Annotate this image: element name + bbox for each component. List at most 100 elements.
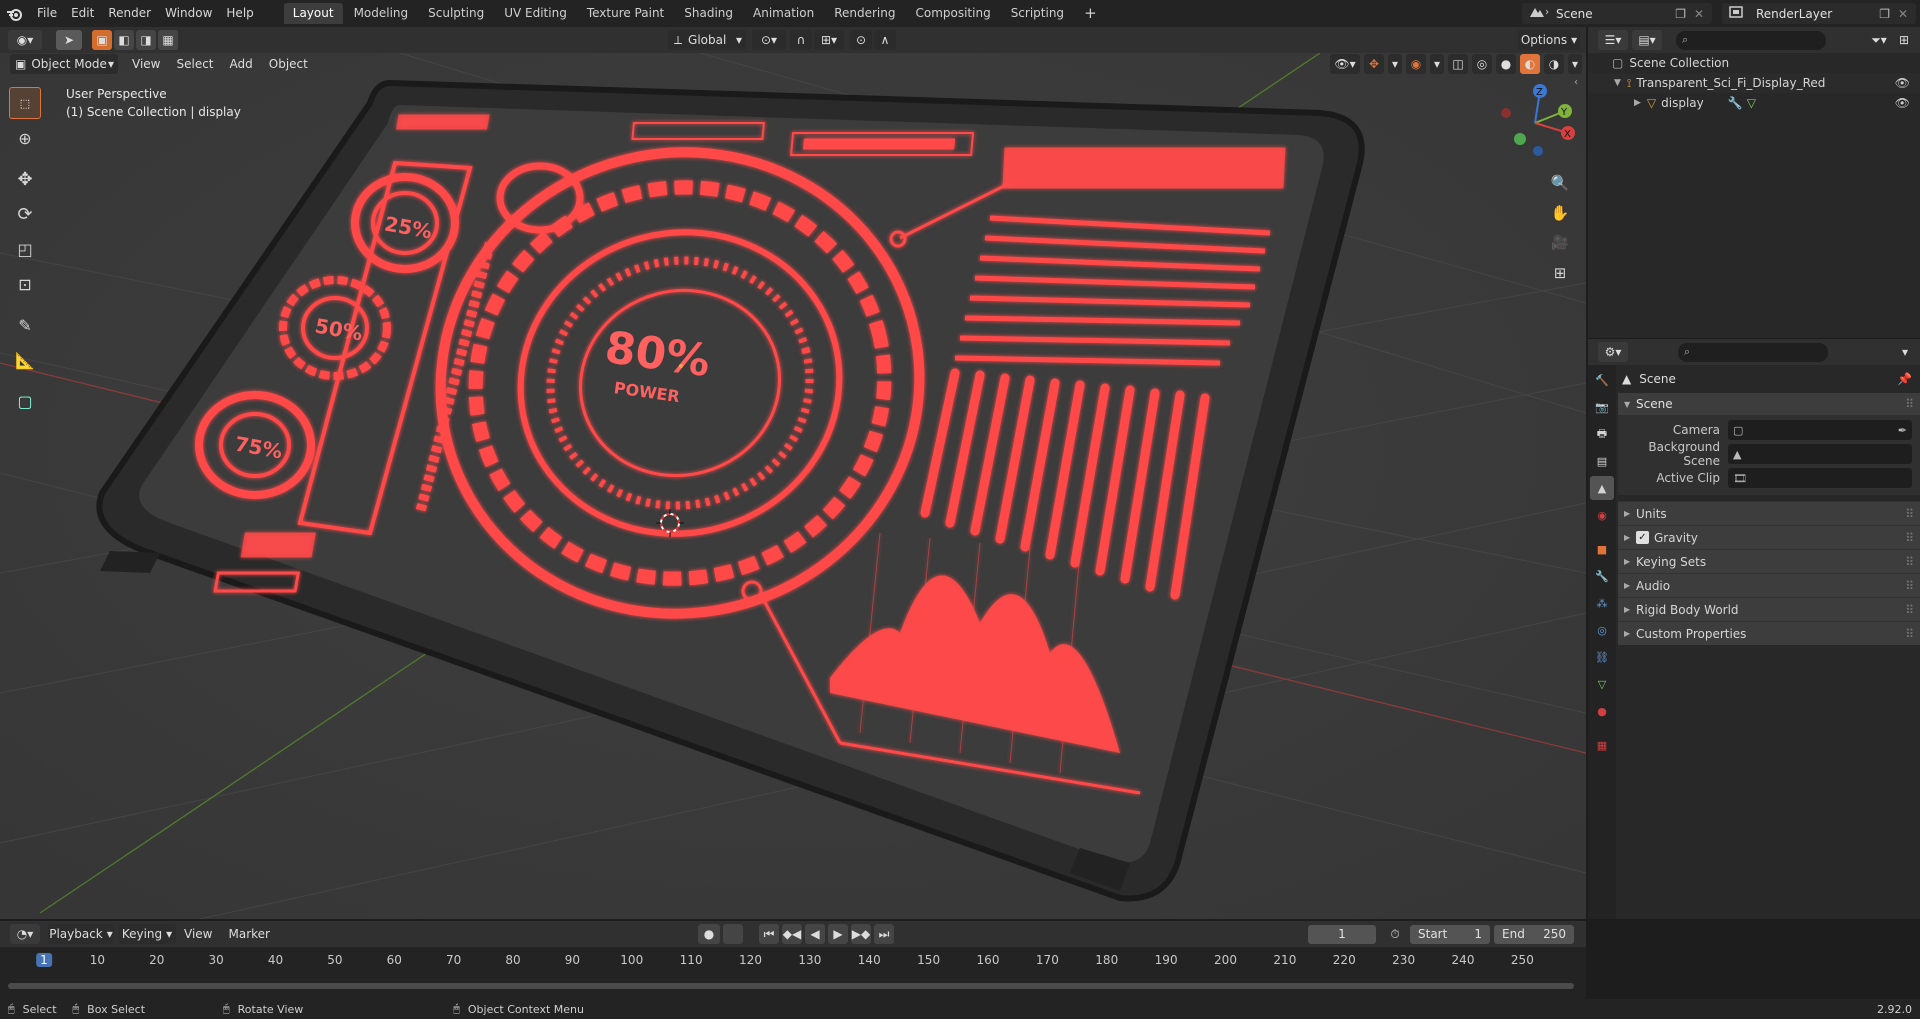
rigid-body-world-panel-header[interactable]: ▶ Rigid Body World ⠿	[1618, 597, 1920, 621]
tab-sculpting[interactable]: Sculpting	[419, 3, 493, 24]
tab-particles[interactable]: ⁂	[1590, 591, 1614, 615]
gizmo-dropdown[interactable]: ▾	[1388, 54, 1402, 74]
drag-handle-icon[interactable]: ⠿	[1905, 579, 1914, 593]
active-clip-field[interactable]: 🎞	[1728, 468, 1912, 488]
add-workspace-button[interactable]: +	[1075, 3, 1106, 24]
select-tool-button[interactable]: ➤	[56, 30, 82, 50]
tab-layout[interactable]: Layout	[283, 3, 343, 24]
gizmo-toggle[interactable]: ✥	[1364, 54, 1384, 74]
transform-tool[interactable]: ⊡	[9, 268, 41, 300]
pan-view-button[interactable]: ✋	[1547, 200, 1573, 226]
tab-compositing[interactable]: Compositing	[906, 3, 999, 24]
transform-orientation-dropdown[interactable]: ⟂ Global ▾	[668, 30, 746, 50]
menu-file[interactable]: File	[30, 0, 64, 27]
close-icon[interactable]: ✕	[1898, 7, 1908, 21]
play-button[interactable]: ▶	[828, 924, 848, 944]
proportional-falloff-dropdown[interactable]: ∧	[874, 30, 896, 50]
tab-output[interactable]: 🖶	[1590, 422, 1614, 446]
expand-toggle-icon[interactable]: ▶	[1634, 98, 1641, 108]
object-mode-dropdown[interactable]: ▣ Object Mode ▾	[10, 54, 118, 74]
properties-editor-type-button[interactable]: ⚙▾	[1598, 342, 1628, 362]
cursor-tool[interactable]: ⊕	[9, 122, 41, 154]
view-layer-selector[interactable]: RenderLayer ❐ ✕	[1722, 3, 1916, 24]
preview-range-toggle[interactable]: ⏱	[1384, 924, 1406, 944]
eye-icon[interactable]: 👁	[1895, 96, 1910, 110]
properties-options-dropdown[interactable]: ▾	[1896, 342, 1914, 362]
gravity-panel-header[interactable]: ▶ ✓ Gravity ⠿	[1618, 525, 1920, 549]
tab-texture-paint[interactable]: Texture Paint	[578, 3, 673, 24]
menu-select[interactable]: Select	[168, 57, 221, 71]
timeline-menu-marker[interactable]: Marker	[220, 927, 277, 941]
tab-constraints[interactable]: ⛓	[1590, 645, 1614, 669]
expand-toggle-icon[interactable]: ▼	[1614, 78, 1621, 88]
add-cube-tool[interactable]: ▢	[9, 385, 41, 417]
tab-material[interactable]: ●	[1590, 699, 1614, 723]
gizmo-neg-z[interactable]	[1533, 146, 1543, 156]
close-icon[interactable]: ✕	[1694, 7, 1704, 21]
playback-dropdown[interactable]: Playback ▾	[48, 924, 114, 944]
menu-window[interactable]: Window	[158, 0, 219, 27]
outliner-row-scene-collection[interactable]: ▢ Scene Collection	[1588, 53, 1920, 73]
copy-icon[interactable]: ❐	[1879, 7, 1890, 21]
copy-icon[interactable]: ❐	[1675, 7, 1686, 21]
custom-properties-panel-header[interactable]: ▶ Custom Properties ⠿	[1618, 621, 1920, 645]
jump-prev-keyframe-button[interactable]: ◆◀	[782, 924, 802, 944]
select-mode-intersect-button[interactable]: ▦	[158, 30, 178, 50]
scene-selector[interactable]: Scene ❐ ✕	[1522, 3, 1712, 24]
end-frame-field[interactable]: End 250	[1494, 924, 1574, 944]
shading-rendered-button[interactable]: ◑	[1544, 54, 1564, 74]
new-collection-button[interactable]: ⊞	[1894, 30, 1914, 50]
tab-view-layer[interactable]: ▤	[1590, 449, 1614, 473]
tab-tool[interactable]: 🔨	[1590, 368, 1614, 392]
tab-modeling[interactable]: Modeling	[345, 3, 418, 24]
current-frame-field[interactable]: 1	[1308, 924, 1376, 944]
tab-world[interactable]: ◉	[1590, 503, 1614, 527]
editor-type-button[interactable]: ◉▾	[8, 30, 42, 50]
pin-icon[interactable]: 📌	[1897, 372, 1912, 386]
proportional-edit-toggle[interactable]: ⊙	[850, 30, 872, 50]
drag-handle-icon[interactable]: ⠿	[1905, 397, 1914, 411]
options-dropdown[interactable]: Options ▾	[1518, 30, 1580, 50]
menu-view[interactable]: View	[124, 57, 168, 71]
zoom-view-button[interactable]: 🔍	[1547, 170, 1573, 196]
display-mode-dropdown[interactable]: ▤▾	[1632, 30, 1662, 50]
timeline-scrollbar[interactable]	[8, 983, 1574, 989]
overlay-toggle[interactable]: ◉	[1406, 54, 1426, 74]
tab-object-data[interactable]: ▽	[1590, 672, 1614, 696]
measure-tool[interactable]: 📐	[9, 344, 41, 376]
3d-viewport[interactable]: 80% POWER 25% 50% 75% ▣ Object Mode ▾ Vi…	[0, 53, 1586, 919]
overlay-dropdown[interactable]: ▾	[1430, 54, 1444, 74]
outliner-row-display-collection[interactable]: ▼ ⟟ Transparent_Sci_Fi_Display_Red 👁	[1588, 73, 1920, 93]
camera-field[interactable]: ▢ ✒	[1728, 420, 1912, 440]
scale-tool[interactable]: ◰	[9, 233, 41, 265]
gizmo-neg-x[interactable]	[1501, 108, 1511, 118]
shading-wireframe-button[interactable]: ◎	[1472, 54, 1492, 74]
tab-physics[interactable]: ◎	[1590, 618, 1614, 642]
tab-uv-editing[interactable]: UV Editing	[495, 3, 576, 24]
tab-animation[interactable]: Animation	[744, 3, 823, 24]
gizmo-neg-y[interactable]	[1514, 133, 1526, 145]
menu-add[interactable]: Add	[222, 57, 261, 71]
units-panel-header[interactable]: ▶ Units ⠿	[1618, 501, 1920, 525]
tab-object[interactable]: ■	[1590, 537, 1614, 561]
outliner-editor-type-button[interactable]: ☰▾	[1598, 30, 1628, 50]
navigation-gizmo[interactable]: Z Y X	[1490, 83, 1580, 163]
outliner-row-display-mesh[interactable]: ▶ ▽ display 🔧 ▽ 👁	[1588, 93, 1920, 113]
drag-handle-icon[interactable]: ⠿	[1905, 531, 1914, 545]
menu-object[interactable]: Object	[261, 57, 316, 71]
gravity-checkbox[interactable]: ✓	[1636, 531, 1649, 544]
shading-material-button[interactable]: ◐	[1520, 54, 1540, 74]
tab-modifiers[interactable]: 🔧	[1590, 564, 1614, 588]
drag-handle-icon[interactable]: ⠿	[1905, 555, 1914, 569]
keyframe-type-button[interactable]	[723, 924, 743, 944]
ortho-toggle-button[interactable]: ⊞	[1547, 260, 1573, 286]
outliner-search-input[interactable]: ⌕	[1676, 30, 1826, 50]
audio-panel-header[interactable]: ▶ Audio ⠿	[1618, 573, 1920, 597]
viewport-scene[interactable]: 80% POWER 25% 50% 75%	[0, 53, 1586, 919]
jump-end-button[interactable]: ⏭	[874, 924, 894, 944]
snap-toggle[interactable]: ∩	[790, 30, 812, 50]
snap-target-dropdown[interactable]: ⊞▾	[814, 30, 844, 50]
rotate-tool[interactable]: ⟳	[9, 198, 41, 230]
move-tool[interactable]: ✥	[9, 163, 41, 195]
timeline-ruler[interactable]: 1 10 20 30 40 50 60 70 80 90 100 110 120 130 140 150 160…	[8, 951, 1578, 971]
